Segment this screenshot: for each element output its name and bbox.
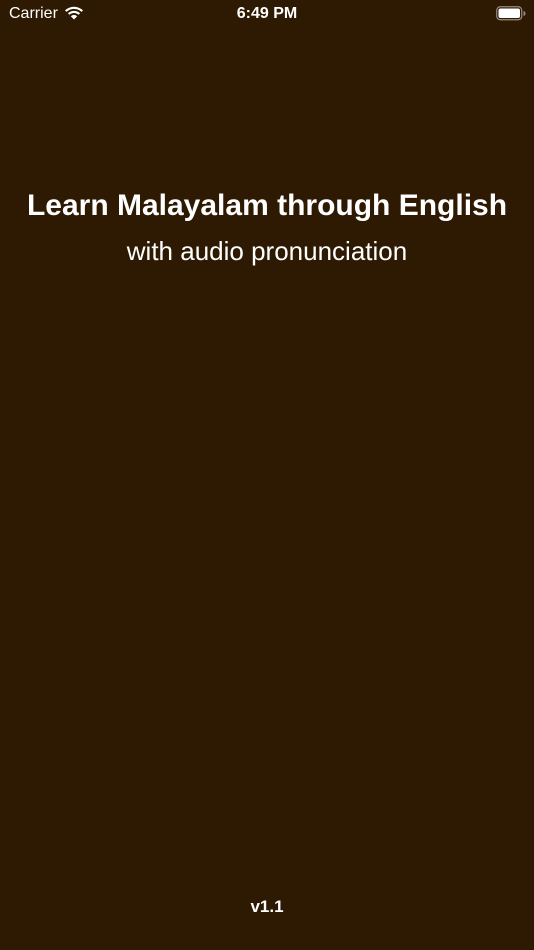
splash-title: Learn Malayalam through English xyxy=(26,189,508,222)
status-time: 6:49 PM xyxy=(236,5,298,22)
status-bar: Carrier 6:49 PM xyxy=(0,0,534,28)
splash-subtitle: with audio pronunciation xyxy=(126,236,408,266)
version-label: v1.1 xyxy=(250,897,284,916)
battery-icon xyxy=(496,6,526,21)
